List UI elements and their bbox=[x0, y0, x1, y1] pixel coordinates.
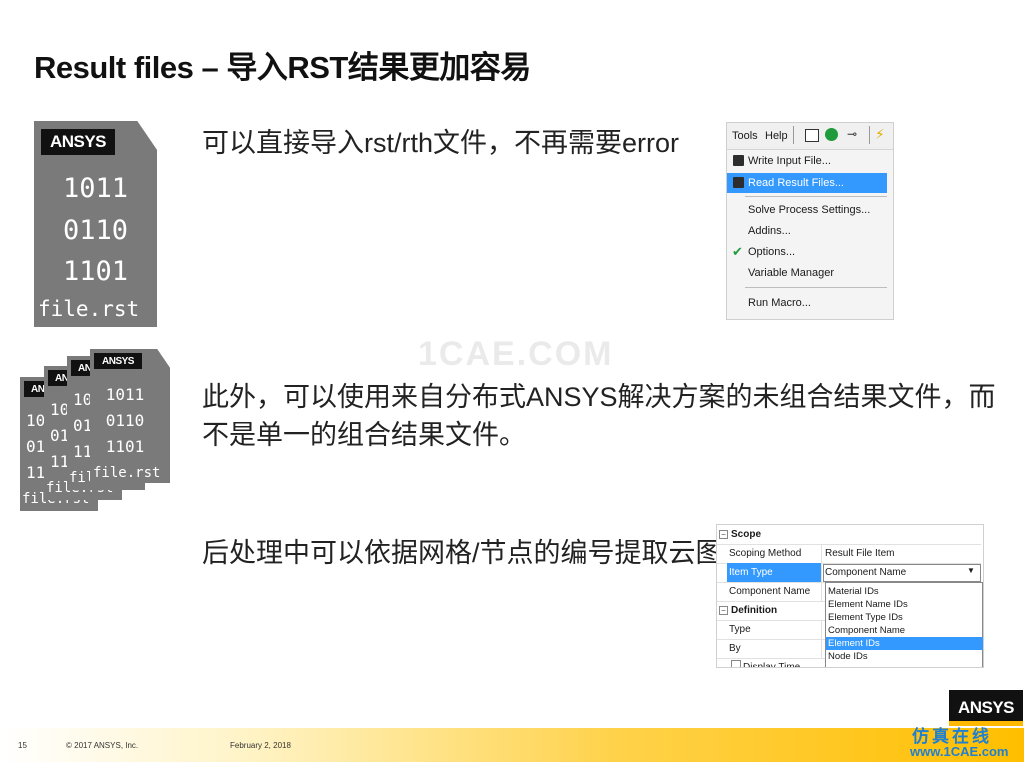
menu-item-options[interactable]: ✔ Options... bbox=[727, 242, 887, 262]
file-name-label: file.rst bbox=[93, 465, 161, 481]
collapse-icon[interactable]: − bbox=[719, 606, 728, 615]
row-key: Type bbox=[729, 624, 751, 635]
select-value: Component Name bbox=[825, 567, 907, 578]
menu-item-label: Addins... bbox=[748, 225, 791, 237]
tools-menu-screenshot: Tools Help ⊸ ⚡ Write Input File... Read … bbox=[726, 122, 894, 320]
cell-divider bbox=[821, 639, 822, 658]
point-3-text: 后处理中可以依据网格/节点的编号提取云图 bbox=[202, 538, 723, 568]
menu-item-label: Solve Process Settings... bbox=[748, 204, 871, 216]
toolbar-separator bbox=[793, 126, 794, 144]
point-1-text: 可以直接导入rst/rth文件，不再需要error bbox=[202, 128, 680, 158]
menu-separator bbox=[745, 287, 887, 288]
rst-file-icon: ANSYS 1011 0110 1101 file.rst bbox=[34, 121, 157, 327]
binary-line: 0110 bbox=[105, 411, 145, 430]
stacked-file-icon-1: ANSYS 1011 0110 1101 file.rst bbox=[90, 349, 170, 483]
scope-group-header[interactable]: − Scope bbox=[717, 525, 981, 545]
binary-line: 1011 bbox=[105, 385, 145, 404]
dropdown-option[interactable]: Node IDs bbox=[826, 650, 983, 663]
cell-divider bbox=[821, 544, 822, 563]
dropdown-option[interactable]: Material IDs bbox=[826, 585, 983, 598]
binary-line: 1101 bbox=[105, 437, 145, 456]
row-scoping-method[interactable]: Scoping Method Result File Item bbox=[717, 544, 981, 564]
group-label: Definition bbox=[731, 605, 778, 616]
binary-line-2: 0110 bbox=[62, 215, 129, 246]
item-type-dropdown-list: Material IDs Element Name IDs Element Ty… bbox=[825, 582, 983, 667]
point-2-line-2: 不是单一的组合结果文件。 bbox=[202, 420, 526, 450]
point-2-line-1: 此外，可以使用来自分布式ANSYS解决方案的未组合结果文件，而 bbox=[202, 382, 996, 412]
page-number: 15 bbox=[18, 741, 27, 750]
dropdown-option-selected[interactable]: Element IDs bbox=[826, 637, 983, 650]
copyright: © 2017 ANSYS, Inc. bbox=[66, 741, 139, 750]
menu-item-read-result[interactable]: Read Result Files... bbox=[727, 173, 887, 193]
menu-tools[interactable]: Tools bbox=[732, 130, 758, 142]
row-item-type[interactable]: Item Type Component Name ▼ bbox=[717, 563, 981, 583]
watermark-url: www.1CAE.com bbox=[910, 744, 1009, 759]
group-label: Scope bbox=[731, 529, 762, 540]
row-key: Scoping Method bbox=[729, 548, 802, 559]
connect-icon[interactable]: ⊸ bbox=[847, 127, 857, 141]
disk-icon bbox=[733, 177, 744, 188]
menu-item-label: Read Result Files... bbox=[748, 177, 844, 189]
row-key: Display Time bbox=[743, 662, 801, 668]
ansys-logo-small: ANSYS bbox=[41, 129, 115, 155]
menu-item-variable-manager[interactable]: Variable Manager bbox=[727, 263, 887, 283]
footer-date: February 2, 2018 bbox=[230, 741, 291, 750]
details-panel-screenshot: − Scope Scoping Method Result File Item … bbox=[716, 524, 984, 668]
disk-icon bbox=[733, 155, 744, 166]
console-icon[interactable] bbox=[805, 129, 819, 142]
dropdown-option[interactable]: Component Name bbox=[826, 624, 983, 637]
logo-text: ANSYS bbox=[957, 698, 1015, 717]
cell-divider bbox=[821, 620, 822, 639]
footer-bar bbox=[0, 728, 1024, 762]
menu-item-label: Variable Manager bbox=[748, 267, 835, 279]
ansys-logo-tiny: ANSYS bbox=[94, 353, 142, 369]
menu-item-addins[interactable]: Addins... bbox=[727, 221, 887, 241]
row-key: By bbox=[729, 643, 741, 654]
center-watermark: 1CAE.COM bbox=[418, 335, 614, 373]
menu-item-run-macro[interactable]: Run Macro... bbox=[727, 293, 887, 313]
slide-title: Result files – 导入RST结果更加容易 bbox=[34, 50, 531, 85]
dropdown-option[interactable]: Element Type IDs bbox=[826, 611, 983, 624]
menu-item-write-input[interactable]: Write Input File... bbox=[727, 151, 887, 171]
checkbox[interactable] bbox=[731, 660, 741, 667]
row-key: Item Type bbox=[729, 567, 773, 578]
row-key: Component Name bbox=[729, 586, 811, 597]
lightning-icon[interactable]: ⚡ bbox=[875, 126, 885, 143]
menu-item-label: Write Input File... bbox=[748, 155, 831, 167]
ansys-logo: ANSYS bbox=[949, 690, 1023, 726]
binary-line-3: 1101 bbox=[62, 256, 129, 287]
check-icon: ✔ bbox=[732, 244, 743, 259]
dropdown-option[interactable]: Element Name IDs bbox=[826, 598, 983, 611]
menu-separator bbox=[745, 196, 887, 197]
menu-item-label: Options... bbox=[748, 246, 796, 258]
menu-item-solve-process[interactable]: Solve Process Settings... bbox=[727, 200, 887, 220]
cell-divider bbox=[821, 582, 822, 601]
collapse-icon[interactable]: − bbox=[719, 530, 728, 539]
cell-divider bbox=[821, 563, 822, 582]
row-value: Result File Item bbox=[825, 548, 895, 559]
toolbar-separator-2 bbox=[869, 126, 870, 144]
dropdown-arrow-icon[interactable]: ▼ bbox=[967, 566, 975, 575]
menu-item-label: Run Macro... bbox=[748, 297, 811, 309]
file-name-label: file.rst bbox=[38, 297, 140, 321]
menu-bar: Tools Help ⊸ ⚡ bbox=[727, 123, 893, 150]
green-check-icon[interactable] bbox=[825, 128, 838, 141]
binary-line-1: 1011 bbox=[62, 173, 129, 204]
menu-help[interactable]: Help bbox=[765, 130, 788, 142]
